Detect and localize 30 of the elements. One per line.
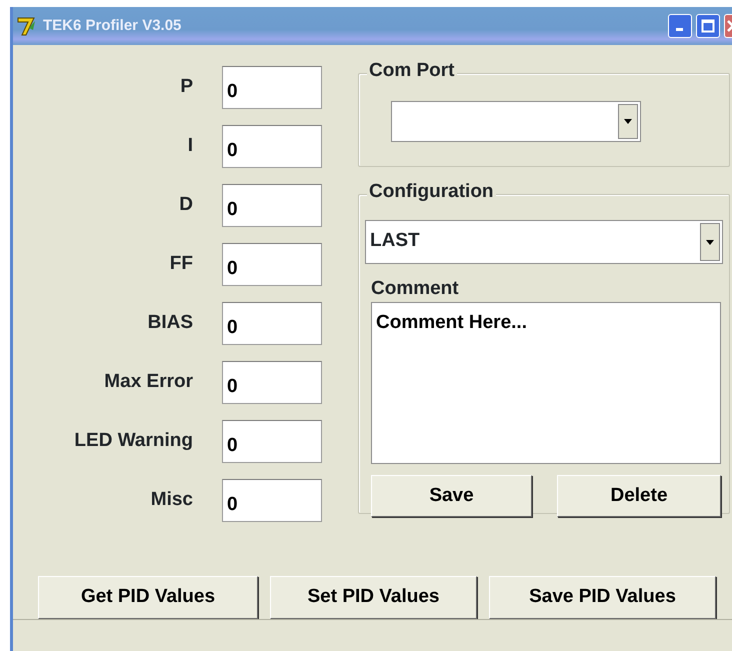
get-values-button[interactable]: Get PID Values xyxy=(38,576,258,619)
field-label: LED Warning xyxy=(73,429,193,454)
input-field[interactable]: 0 xyxy=(222,184,322,227)
set-values-button[interactable]: Set PID Values xyxy=(270,576,477,619)
input-field[interactable]: 0 xyxy=(222,361,322,404)
group-title: Configuration xyxy=(367,181,496,203)
input-field[interactable]: 0 xyxy=(222,125,322,168)
maximize-icon[interactable] xyxy=(701,19,715,33)
window-title: TEK6 Profiler V3.05 xyxy=(43,16,182,36)
field-label: D xyxy=(178,193,193,218)
field-label: BIAS xyxy=(146,311,193,336)
minimize-button[interactable] xyxy=(668,14,692,38)
comment-field[interactable]: Comment Here... xyxy=(371,302,721,464)
field-label: Misc xyxy=(150,488,193,512)
comment-label: Comment xyxy=(371,278,459,300)
input-field[interactable]: 0 xyxy=(222,479,322,522)
field-label: I xyxy=(186,134,193,158)
input-field[interactable]: 0 xyxy=(222,302,322,345)
field-label: Max Error xyxy=(103,370,193,394)
maximize-button[interactable] xyxy=(696,14,720,38)
input-field[interactable]: 0 xyxy=(222,243,322,286)
app-icon xyxy=(17,16,37,36)
input-field[interactable]: 0 xyxy=(222,66,322,109)
configuration-dropdown[interactable]: LAST xyxy=(365,220,723,264)
delete-button[interactable]: Delete xyxy=(557,475,721,517)
field-label: P xyxy=(179,75,193,100)
save-values-button[interactable]: Save PID Values xyxy=(489,576,716,619)
field-label: FF xyxy=(168,252,193,276)
input-field[interactable]: 0 xyxy=(222,420,322,463)
save-button[interactable]: Save xyxy=(371,475,532,517)
